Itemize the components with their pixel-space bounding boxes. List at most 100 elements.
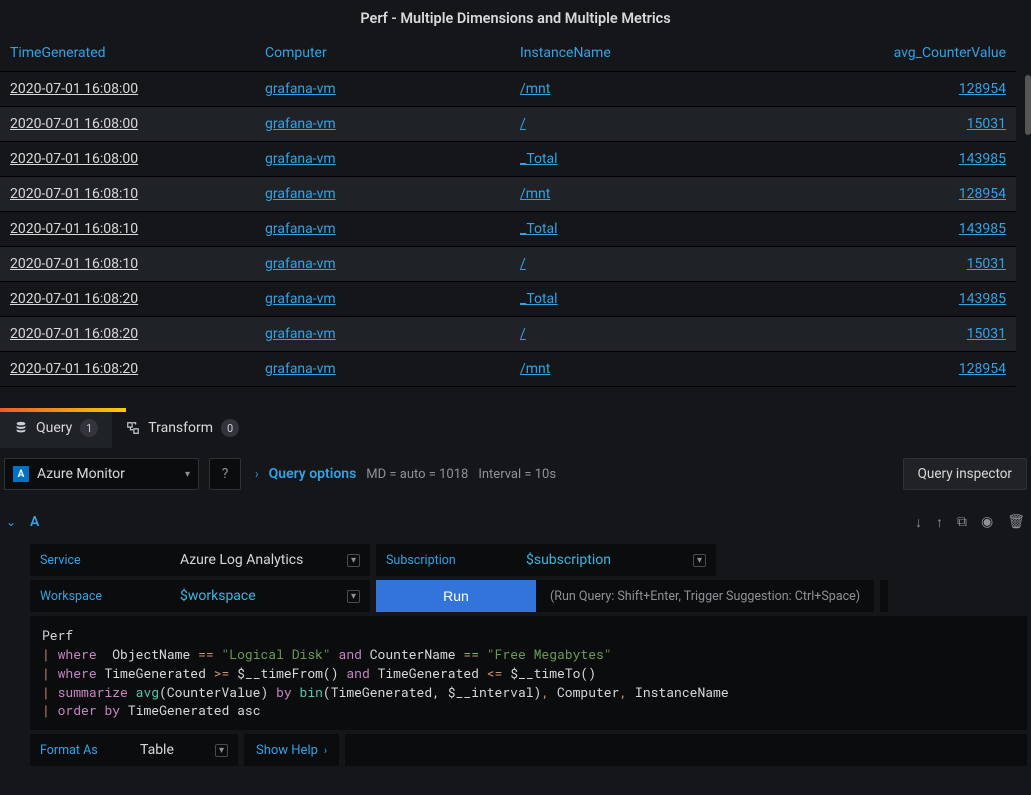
cell-time[interactable]: 2020-07-01 16:08:10 [0,177,255,212]
cell-time[interactable]: 2020-07-01 16:08:10 [0,212,255,247]
col-timegenerated[interactable]: TimeGenerated [0,35,255,72]
query-refid: A [30,514,39,530]
cell-computer[interactable]: grafana-vm [255,212,510,247]
editor-tabs: Query 1 Transform 0 [0,408,1031,448]
table-row[interactable]: 2020-07-01 16:08:10grafana-vm/mnt128954 [0,177,1016,212]
toggle-visibility-button[interactable]: ◉ [981,514,993,531]
cell-computer[interactable]: grafana-vm [255,177,510,212]
cell-instance[interactable]: _Total [510,212,762,247]
cell-instance[interactable]: / [510,317,762,352]
active-tab-indicator [0,408,126,412]
table-row[interactable]: 2020-07-01 16:08:20grafana-vm_Total14398… [0,282,1016,317]
cell-computer[interactable]: grafana-vm [255,72,510,107]
cell-value[interactable]: 15031 [762,247,1016,282]
run-button[interactable]: Run [376,580,536,612]
table-row[interactable]: 2020-07-01 16:08:10grafana-vm_Total14398… [0,212,1016,247]
cell-time[interactable]: 2020-07-01 16:08:10 [0,247,255,282]
tab-transform-count: 0 [221,419,239,437]
transform-icon [126,421,140,435]
cell-instance[interactable]: _Total [510,142,762,177]
cell-value[interactable]: 143985 [762,282,1016,317]
query-row-header[interactable]: ⌄ A ↓ ↑ ⧉ ◉ 🗑 [4,510,1027,534]
table-row[interactable]: 2020-07-01 16:08:00grafana-vm/15031 [0,107,1016,142]
table-row[interactable]: 2020-07-01 16:08:20grafana-vm/15031 [0,317,1016,352]
cell-computer[interactable]: grafana-vm [255,282,510,317]
query-form: Service Azure Log Analytics ▾ Subscripti… [4,544,1027,612]
col-computer[interactable]: Computer [255,35,510,72]
table-wrap: TimeGenerated Computer InstanceName avg_… [0,35,1031,408]
cell-value[interactable]: 15031 [762,317,1016,352]
spacer [880,580,888,612]
move-down-button[interactable]: ↓ [915,514,922,531]
cell-instance[interactable]: /mnt [510,352,762,387]
service-label: Service [30,544,170,576]
results-table: TimeGenerated Computer InstanceName avg_… [0,35,1016,387]
format-row: Format As Table ▾ Show Help › [30,734,1027,766]
chevron-right-icon[interactable]: › [255,467,259,481]
cell-time[interactable]: 2020-07-01 16:08:20 [0,352,255,387]
cell-value[interactable]: 15031 [762,107,1016,142]
query-area: Azure Monitor ▾ ? › Query options MD = a… [0,448,1031,766]
cell-time[interactable]: 2020-07-01 16:08:00 [0,142,255,177]
query-inspector-button[interactable]: Query inspector [903,458,1027,490]
cell-time[interactable]: 2020-07-01 16:08:00 [0,107,255,142]
cell-instance[interactable]: /mnt [510,72,762,107]
chevron-down-icon: ▾ [347,554,360,567]
cell-value[interactable]: 143985 [762,212,1016,247]
col-instancename[interactable]: InstanceName [510,35,762,72]
table-row[interactable]: 2020-07-01 16:08:10grafana-vm/15031 [0,247,1016,282]
md-info: MD = auto = 1018 [366,467,468,482]
workspace-select[interactable]: $workspace ▾ [170,580,370,612]
format-as-label: Format As [30,734,130,766]
cell-instance[interactable]: _Total [510,282,762,317]
datasource-picker[interactable]: Azure Monitor ▾ [4,458,199,490]
azure-logo-icon [13,466,29,482]
cell-instance[interactable]: / [510,247,762,282]
panel-title: Perf - Multiple Dimensions and Multiple … [0,0,1031,35]
cell-value[interactable]: 128954 [762,177,1016,212]
tab-transform[interactable]: Transform 0 [112,408,253,448]
cell-instance[interactable]: /mnt [510,177,762,212]
cell-time[interactable]: 2020-07-01 16:08:20 [0,282,255,317]
table-row[interactable]: 2020-07-01 16:08:20grafana-vm/mnt128954 [0,352,1016,387]
chevron-right-icon: › [324,744,327,757]
tab-query-label: Query [36,420,72,436]
table-row[interactable]: 2020-07-01 16:08:00grafana-vm/mnt128954 [0,72,1016,107]
cell-computer[interactable]: grafana-vm [255,352,510,387]
tab-query[interactable]: Query 1 [0,408,112,448]
format-as-select[interactable]: Table ▾ [130,734,238,766]
col-avgcountervalue[interactable]: avg_CounterValue [762,35,1016,72]
cell-time[interactable]: 2020-07-01 16:08:20 [0,317,255,352]
datasource-name: Azure Monitor [37,466,125,482]
tab-transform-label: Transform [148,420,213,436]
tab-query-count: 1 [80,419,98,437]
scrollbar[interactable] [1025,75,1031,135]
move-up-button[interactable]: ↑ [936,514,943,531]
cell-computer[interactable]: grafana-vm [255,247,510,282]
spacer [345,734,1027,766]
cell-value[interactable]: 128954 [762,72,1016,107]
subscription-select[interactable]: $subscription ▾ [516,544,716,576]
query-options-toggle[interactable]: Query options [269,466,357,482]
datasource-help-button[interactable]: ? [209,458,241,490]
run-hint: (Run Query: Shift+Enter, Trigger Suggest… [536,580,874,612]
kql-editor[interactable]: Perf | where ObjectName == "Logical Disk… [30,616,1027,730]
database-icon [14,421,28,435]
delete-button[interactable]: 🗑 [1007,514,1025,531]
duplicate-button[interactable]: ⧉ [957,514,967,531]
cell-time[interactable]: 2020-07-01 16:08:00 [0,72,255,107]
cell-computer[interactable]: grafana-vm [255,317,510,352]
cell-computer[interactable]: grafana-vm [255,142,510,177]
cell-computer[interactable]: grafana-vm [255,107,510,142]
datasource-row: Azure Monitor ▾ ? › Query options MD = a… [4,456,1027,492]
chevron-down-icon: ▾ [347,590,360,603]
panel: Perf - Multiple Dimensions and Multiple … [0,0,1031,408]
chevron-down-icon: ▾ [215,744,228,757]
cell-instance[interactable]: / [510,107,762,142]
table-row[interactable]: 2020-07-01 16:08:00grafana-vm_Total14398… [0,142,1016,177]
show-help-toggle[interactable]: Show Help › [244,734,339,766]
cell-value[interactable]: 143985 [762,142,1016,177]
chevron-down-icon: ▾ [693,554,706,567]
cell-value[interactable]: 128954 [762,352,1016,387]
service-select[interactable]: Azure Log Analytics ▾ [170,544,370,576]
